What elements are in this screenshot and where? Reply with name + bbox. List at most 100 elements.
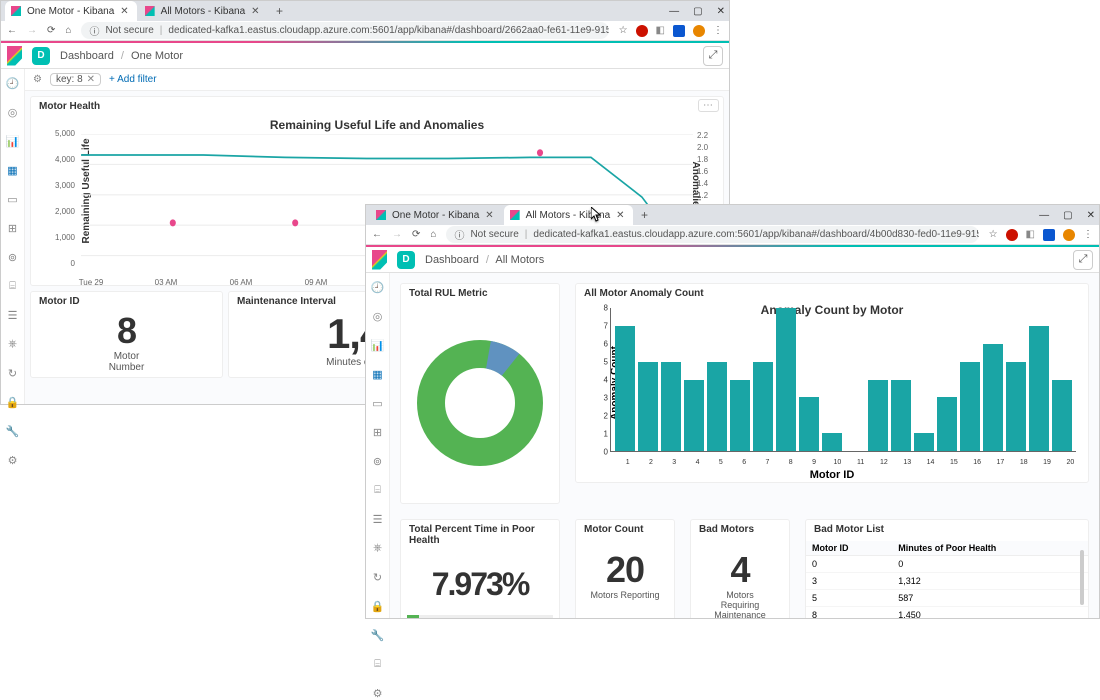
extension-opera-icon[interactable]: [1006, 229, 1018, 241]
star-icon[interactable]: ☆: [619, 25, 628, 36]
filter-pill[interactable]: key: 8 ✕: [50, 73, 101, 86]
y-tick: 2,000: [45, 207, 75, 216]
scrollbar[interactable]: [1080, 550, 1084, 605]
management-icon[interactable]: ⚙: [8, 454, 18, 467]
apm-icon[interactable]: ⎈: [373, 542, 382, 555]
devtools-icon[interactable]: 🔧: [6, 425, 20, 438]
home-icon[interactable]: ⌂: [65, 25, 71, 36]
browser-window-2: One Motor - Kibana ✕ All Motors - Kibana…: [365, 204, 1100, 619]
table-cell: 1,450: [892, 607, 1088, 619]
uptime-icon[interactable]: ↻: [373, 571, 382, 584]
visualize-icon[interactable]: 📊: [371, 339, 385, 352]
visualize-icon[interactable]: 📊: [6, 135, 20, 148]
logs-icon[interactable]: ☰: [8, 309, 18, 322]
star-icon[interactable]: ☆: [989, 229, 998, 240]
table-row[interactable]: 31,312: [806, 573, 1088, 590]
minimize-icon[interactable]: —: [1039, 210, 1049, 221]
remove-filter-icon[interactable]: ✕: [87, 74, 95, 85]
fullscreen-button[interactable]: ⤢: [703, 46, 723, 66]
table-cell: 587: [892, 590, 1088, 607]
ml-icon[interactable]: ⊚: [8, 251, 17, 264]
canvas-icon[interactable]: ▭: [7, 193, 17, 206]
info-icon: ⓘ: [454, 227, 464, 242]
url-field[interactable]: ⓘ Not secure | dedicated-kafka1.eastus.c…: [81, 22, 608, 39]
panel-title: Bad Motor List: [806, 520, 1088, 539]
kibana-logo-icon[interactable]: [7, 46, 22, 66]
breadcrumb-root[interactable]: Dashboard: [60, 50, 114, 62]
minimize-icon[interactable]: —: [669, 6, 679, 17]
devtools-icon[interactable]: 🔧: [371, 629, 385, 642]
y-tick: 4: [604, 376, 608, 385]
infra-icon[interactable]: ⌸: [9, 280, 16, 293]
breadcrumb: Dashboard / All Motors: [425, 254, 544, 266]
tab-all-motors[interactable]: All Motors - Kibana ✕: [139, 1, 268, 21]
url-field[interactable]: ⓘ Not secure | dedicated-kafka1.eastus.c…: [446, 226, 978, 243]
space-icon[interactable]: D: [32, 47, 50, 65]
close-icon[interactable]: ✕: [616, 210, 624, 221]
space-icon[interactable]: D: [397, 251, 415, 269]
table-row[interactable]: 81,450: [806, 607, 1088, 619]
recently-viewed-icon[interactable]: 🕘: [371, 281, 385, 294]
table-header[interactable]: Minutes of Poor Health: [892, 541, 1088, 556]
extension-m-icon[interactable]: [1043, 229, 1055, 241]
discover-icon[interactable]: ◎: [373, 310, 383, 323]
tab-all-motors[interactable]: All Motors - Kibana ✕: [504, 205, 633, 225]
panel-title: Motor Count: [576, 520, 674, 539]
maximize-icon[interactable]: ▢: [1063, 210, 1072, 221]
table-cell: 0: [892, 556, 1088, 573]
add-filter-button[interactable]: + Add filter: [109, 74, 157, 85]
new-tab-button[interactable]: +: [270, 1, 290, 21]
maps-icon[interactable]: ⊞: [373, 426, 382, 439]
bar-chart: [610, 308, 1076, 452]
dashboard-icon[interactable]: ▦: [372, 368, 382, 381]
extension-icon[interactable]: ◧: [1026, 229, 1035, 240]
gear-icon[interactable]: ⚙: [33, 74, 42, 85]
close-window-icon[interactable]: ✕: [1087, 210, 1095, 221]
infra-icon[interactable]: ⌸: [374, 484, 381, 497]
logs-icon[interactable]: ☰: [373, 513, 383, 526]
panel-menu-icon[interactable]: ⋯: [698, 99, 719, 112]
new-tab-button[interactable]: +: [635, 205, 655, 225]
discover-icon[interactable]: ◎: [8, 106, 18, 119]
back-icon[interactable]: ←: [7, 25, 17, 36]
close-icon[interactable]: ✕: [485, 210, 493, 221]
forward-icon[interactable]: →: [27, 25, 37, 36]
stack-icon[interactable]: ⌸: [374, 658, 381, 671]
tab-one-motor[interactable]: One Motor - Kibana ✕: [5, 1, 137, 21]
bar: [661, 362, 681, 451]
siem-icon[interactable]: 🔒: [6, 396, 20, 409]
canvas-icon[interactable]: ▭: [372, 397, 382, 410]
maps-icon[interactable]: ⊞: [8, 222, 17, 235]
extension-m-icon[interactable]: [673, 25, 685, 37]
dashboard-icon[interactable]: ▦: [7, 164, 17, 177]
fullscreen-button[interactable]: ⤢: [1073, 250, 1093, 270]
siem-icon[interactable]: 🔒: [371, 600, 385, 613]
extension-opera-icon[interactable]: [636, 25, 648, 37]
management-icon[interactable]: ⚙: [373, 687, 383, 700]
reload-icon[interactable]: ⟳: [47, 25, 55, 36]
tab-one-motor[interactable]: One Motor - Kibana ✕: [370, 205, 502, 225]
x-axis-label: Motor ID: [810, 469, 855, 481]
forward-icon[interactable]: →: [392, 229, 402, 240]
maximize-icon[interactable]: ▢: [693, 6, 702, 17]
close-icon[interactable]: ✕: [251, 6, 259, 17]
extension-icon[interactable]: ◧: [656, 25, 665, 36]
breadcrumb-root[interactable]: Dashboard: [425, 254, 479, 266]
table-row[interactable]: 00: [806, 556, 1088, 573]
menu-icon[interactable]: ⋮: [713, 25, 723, 36]
table-header[interactable]: Motor ID: [806, 541, 892, 556]
ml-icon[interactable]: ⊚: [373, 455, 382, 468]
close-icon[interactable]: ✕: [120, 6, 128, 17]
avatar-icon[interactable]: [693, 25, 705, 37]
uptime-icon[interactable]: ↻: [8, 367, 17, 380]
table-row[interactable]: 5587: [806, 590, 1088, 607]
close-window-icon[interactable]: ✕: [717, 6, 725, 17]
recently-viewed-icon[interactable]: 🕘: [6, 77, 20, 90]
apm-icon[interactable]: ⎈: [8, 338, 17, 351]
back-icon[interactable]: ←: [372, 229, 382, 240]
home-icon[interactable]: ⌂: [430, 229, 436, 240]
menu-icon[interactable]: ⋮: [1083, 229, 1093, 240]
avatar-icon[interactable]: [1063, 229, 1075, 241]
reload-icon[interactable]: ⟳: [412, 229, 420, 240]
kibana-logo-icon[interactable]: [372, 250, 387, 270]
